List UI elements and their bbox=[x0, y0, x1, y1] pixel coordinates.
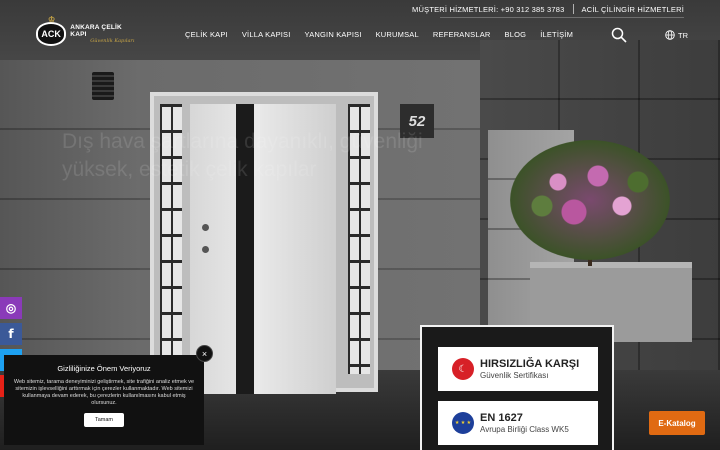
logo-name: ANKARA ÇELİK KAPI bbox=[70, 24, 122, 38]
flowering-tree bbox=[510, 140, 670, 260]
topbar-separator bbox=[572, 4, 574, 14]
customer-service-link[interactable]: MÜŞTERİ HİZMETLERİ: +90 312 385 3783 bbox=[412, 5, 564, 14]
site-logo[interactable]: ACK ANKARA ÇELİK KAPI Güvenlik Kapıları bbox=[36, 15, 136, 48]
nav-item-kurumsal[interactable]: KURUMSAL bbox=[376, 30, 419, 39]
certificate-title: EN 1627 bbox=[480, 412, 523, 424]
close-icon[interactable]: × bbox=[196, 345, 213, 362]
turkey-flag-icon: ☾ bbox=[452, 358, 474, 380]
nav-item-blog[interactable]: BLOG bbox=[505, 30, 527, 39]
certificates-panel: ☾ HIRSIZLIĞA KARŞI Güvenlik Sertifikası … bbox=[420, 325, 614, 450]
cookie-consent-popup: Gizliliğinize Önem Veriyoruz Web sitemiz… bbox=[4, 355, 204, 445]
cookie-title: Gizliliğinize Önem Veriyoruz bbox=[57, 364, 151, 373]
logo-text: ANKARA ÇELİK KAPI Güvenlik Kapıları bbox=[70, 24, 136, 44]
eu-flag-icon: ★ ★ ★ bbox=[452, 412, 474, 434]
e-catalog-button[interactable]: E-Katalog bbox=[649, 411, 705, 435]
certificate-card[interactable]: ☾ HIRSIZLIĞA KARŞI Güvenlik Sertifikası bbox=[438, 347, 598, 391]
cookie-body: Web sitemiz, tarama deneyiminizi gelişti… bbox=[13, 379, 195, 406]
language-label: TR bbox=[678, 30, 688, 40]
nav-item-villa-kapisi[interactable]: VİLLA KAPISI bbox=[242, 30, 291, 39]
certificate-subtitle: Avrupa Birliği Class WK5 bbox=[480, 425, 569, 434]
cookie-accept-button[interactable]: Tamam bbox=[83, 413, 125, 427]
door-lock bbox=[202, 246, 209, 253]
instagram-button[interactable]: ◎ bbox=[0, 297, 22, 319]
nav-item-referanslar[interactable]: REFERANSLAR bbox=[433, 30, 491, 39]
logo-tagline: Güvenlik Kapıları bbox=[90, 38, 135, 44]
certificate-title: HIRSIZLIĞA KARŞI bbox=[480, 358, 580, 370]
hero-headline: Dış hava şartlarına dayanıklı, güvenliği… bbox=[62, 130, 423, 181]
wall-lamp bbox=[92, 72, 114, 100]
nav-item-yangin-kapisi[interactable]: YANGIN KAPISI bbox=[305, 30, 362, 39]
search-button[interactable] bbox=[611, 27, 627, 43]
certificate-subtitle: Güvenlik Sertifikası bbox=[480, 371, 549, 380]
emergency-locksmith-link[interactable]: ACİL ÇİLİNGİR HİZMETLERİ bbox=[582, 5, 684, 14]
logo-badge: ACK bbox=[36, 15, 67, 46]
main-nav: ÇELİK KAPI VİLLA KAPISI YANGIN KAPISI KU… bbox=[185, 30, 573, 39]
door-knob bbox=[202, 224, 209, 231]
certificate-card[interactable]: ★ ★ ★ EN 1627 Avrupa Birliği Class WK5 bbox=[438, 401, 598, 445]
facebook-button[interactable]: f bbox=[0, 323, 22, 345]
language-selector[interactable]: TR bbox=[665, 30, 688, 40]
facebook-icon: f bbox=[8, 327, 14, 341]
topbar: MÜŞTERİ HİZMETLERİ: +90 312 385 3783 ACİ… bbox=[412, 4, 684, 14]
nav-item-celik-kapi[interactable]: ÇELİK KAPI bbox=[185, 30, 228, 39]
globe-icon bbox=[665, 30, 675, 40]
search-icon bbox=[611, 27, 627, 43]
topbar-divider bbox=[440, 17, 684, 18]
certificate-text: EN 1627 Avrupa Birliği Class WK5 bbox=[480, 412, 569, 434]
instagram-icon: ◎ bbox=[5, 301, 17, 315]
nav-item-iletisim[interactable]: İLETİŞİM bbox=[540, 30, 573, 39]
certificate-text: HIRSIZLIĞA KARŞI Güvenlik Sertifikası bbox=[480, 358, 579, 380]
